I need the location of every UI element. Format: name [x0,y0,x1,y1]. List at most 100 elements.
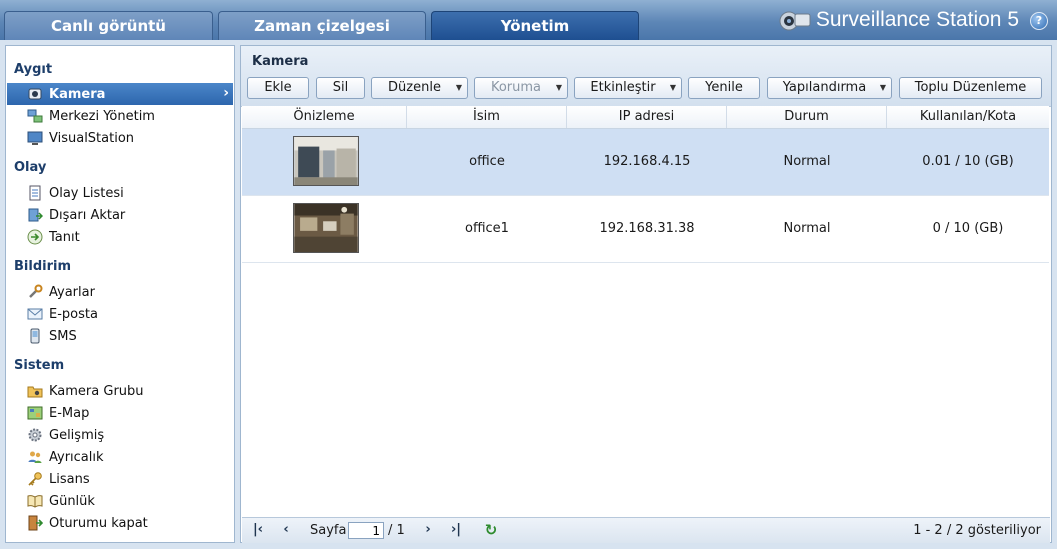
preview-cell [242,129,407,195]
first-page-icon[interactable]: |‹ [249,521,267,539]
tab-live-view[interactable]: Canlı görüntü [4,11,213,40]
sidebar-item-export[interactable]: Dışarı Aktar [7,204,233,226]
sidebar: Aygıt Kamera › Merkezi Yönetim VisualSta… [5,45,235,543]
sidebar-item-central-management[interactable]: Merkezi Yönetim [7,105,233,127]
pagination-bar: |‹ ‹ Sayfa / 1 › ›| ↻ 1 - 2 / 2 gösteril… [242,517,1050,543]
enable-dropdown-button[interactable]: Etkinleştir ▼ [574,77,682,99]
sidebar-item-emap[interactable]: E-Map [7,402,233,424]
page-number-input[interactable] [348,522,384,539]
configure-button-label: Yapılandırma [782,80,867,95]
sidebar-section-event: Olay [14,160,47,175]
tab-management[interactable]: Yönetim [431,11,639,40]
camera-ip: 192.168.4.15 [603,154,691,169]
tab-timeline[interactable]: Zaman çizelgesi [218,11,426,40]
camera-usage: 0.01 / 10 (GB) [922,154,1014,169]
camera-icon [27,86,43,102]
monitor-icon [27,130,43,146]
gear-icon [27,427,43,443]
sidebar-item-sms[interactable]: SMS [7,325,233,347]
column-header-name[interactable]: İsim [407,106,567,128]
folder-camera-icon [27,383,43,399]
sidebar-section-device: Aygıt [14,62,53,77]
sidebar-item-camera-group[interactable]: Kamera Grubu [7,380,233,402]
column-header-usage[interactable]: Kullanılan/Kota [887,106,1049,128]
dropdown-arrow-icon: ▼ [879,83,886,92]
last-page-icon[interactable]: ›| [447,521,465,539]
configure-dropdown-button[interactable]: Yapılandırma ▼ [767,77,892,99]
camera-name: office1 [465,221,509,236]
sidebar-section-system: Sistem [14,358,65,373]
brand-title: Surveillance Station 5 [815,8,1019,31]
logout-door-icon [27,515,43,531]
sidebar-item-settings[interactable]: Ayarlar [7,281,233,303]
panel-title: Kamera [252,54,309,69]
delete-button[interactable]: Sil [316,77,365,99]
sidebar-item-email[interactable]: E-posta [7,303,233,325]
help-icon[interactable]: ? [1030,12,1048,30]
sidebar-item-label: Merkezi Yönetim [49,108,155,124]
edit-dropdown-button[interactable]: Düzenle ▼ [371,77,468,99]
camera-ip: 192.168.31.38 [599,221,695,236]
sidebar-item-log[interactable]: Günlük [7,490,233,512]
phone-icon [27,328,43,344]
previous-page-icon[interactable]: ‹ [277,521,295,539]
event-list-icon [27,185,43,201]
top-bar: Canlı görüntü Zaman çizelgesi Yönetim Su… [0,0,1057,40]
sidebar-item-label: Ayrıcalık [49,449,104,465]
table-row[interactable]: office1 192.168.31.38 Normal 0 / 10 (GB) [242,196,1049,263]
sidebar-item-privilege[interactable]: Ayrıcalık [7,446,233,468]
sidebar-item-label: E-posta [49,306,98,322]
sidebar-item-label: Olay Listesi [49,185,124,201]
protect-button-label: Koruma [490,80,542,95]
sidebar-item-event-list[interactable]: Olay Listesi [7,182,233,204]
sidebar-item-visualstation[interactable]: VisualStation [7,127,233,149]
dropdown-arrow-icon: ▼ [555,83,562,92]
camera-preview-thumbnail [293,136,359,186]
camera-status: Normal [783,221,831,236]
central-management-icon [27,108,43,124]
wrench-icon [27,284,43,300]
column-header-status[interactable]: Durum [727,106,887,128]
column-header-ip[interactable]: IP adresi [567,106,727,128]
sidebar-item-logout[interactable]: Oturumu kapat [7,512,233,534]
next-page-icon[interactable]: › [419,521,437,539]
sidebar-section-notification: Bildirim [14,259,71,274]
sidebar-item-label: Dışarı Aktar [49,207,126,223]
refresh-icon[interactable]: ↻ [482,521,500,539]
users-icon [27,449,43,465]
dropdown-arrow-icon: ▼ [455,83,462,92]
brand: Surveillance Station 5 [778,6,1019,34]
map-icon [27,405,43,421]
camera-name: office [469,154,505,169]
table-row[interactable]: office 192.168.4.15 Normal 0.01 / 10 (GB… [242,129,1049,196]
sidebar-item-label: Lisans [49,471,90,487]
sidebar-item-advanced[interactable]: Gelişmiş [7,424,233,446]
sidebar-item-label: Tanıt [49,229,80,245]
sidebar-item-label: Günlük [49,493,95,509]
edit-button-label: Düzenle [388,80,441,95]
page-total: / 1 [388,523,405,538]
protect-dropdown-button[interactable]: Koruma ▼ [474,77,568,99]
camera-preview-thumbnail [293,203,359,253]
camera-usage: 0 / 10 (GB) [932,221,1004,236]
page-label: Sayfa [310,523,347,538]
refresh-button[interactable]: Yenile [688,77,760,99]
envelope-icon [27,306,43,322]
sidebar-item-label: Gelişmiş [49,427,105,443]
camera-status: Normal [783,154,831,169]
sidebar-item-label: Kamera Grubu [49,383,144,399]
column-header-preview[interactable]: Önizleme [242,106,407,128]
bulk-edit-button[interactable]: Toplu Düzenleme [899,77,1042,99]
add-button[interactable]: Ekle [247,77,309,99]
pagination-summary: 1 - 2 / 2 gösteriliyor [913,523,1041,538]
sidebar-item-label: E-Map [49,405,90,421]
dropdown-arrow-icon: ▼ [669,83,676,92]
table-header: Önizleme İsim IP adresi Durum Kullanılan… [242,106,1049,129]
surveillance-camera-icon [779,11,811,31]
sidebar-item-label: Oturumu kapat [49,515,148,531]
sidebar-item-label: Kamera [49,86,106,102]
sidebar-item-camera[interactable]: Kamera › [7,83,233,105]
sidebar-item-import[interactable]: Tanıt [7,226,233,248]
export-icon [27,207,43,223]
sidebar-item-license[interactable]: Lisans [7,468,233,490]
